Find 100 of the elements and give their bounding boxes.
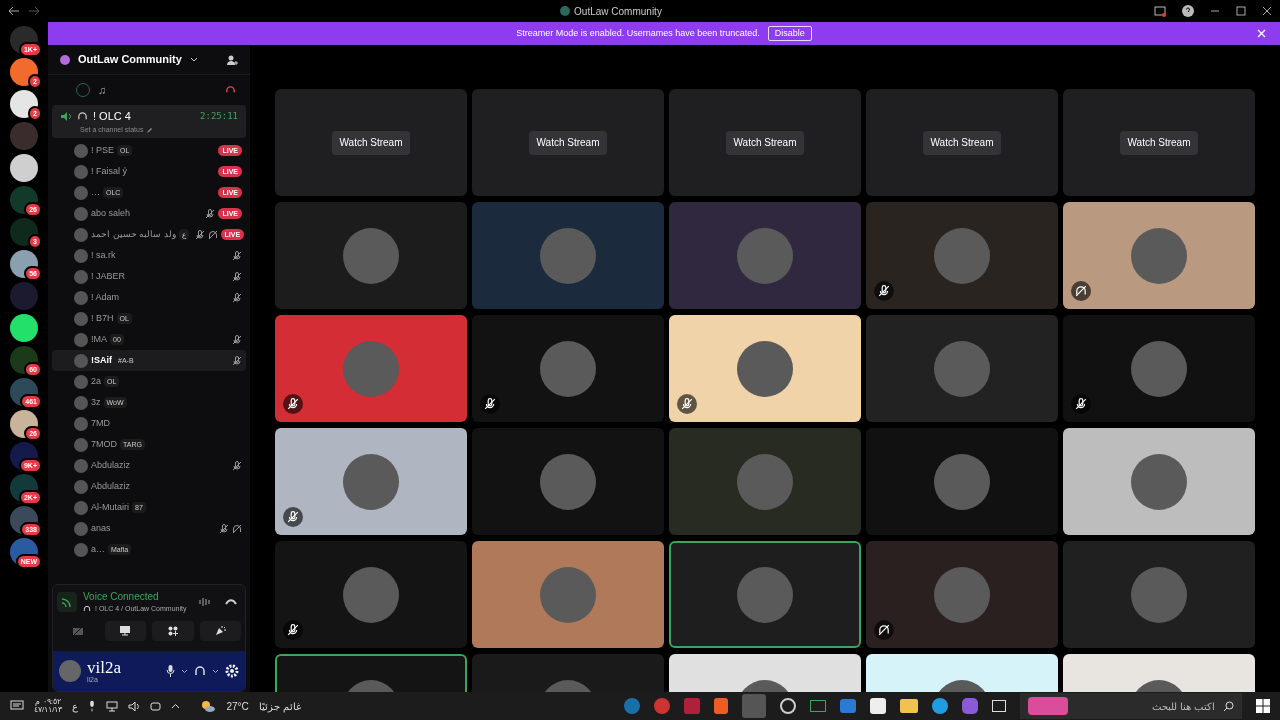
member-name: ! sa.rk (91, 248, 116, 262)
member-name: … (91, 185, 100, 199)
screen-share-button[interactable] (104, 620, 146, 641)
inbox-icon[interactable] (1154, 5, 1166, 17)
watch-stream-button[interactable]: Watch Stream (528, 130, 608, 155)
weather-icon[interactable] (200, 699, 217, 713)
close-icon[interactable] (1262, 6, 1272, 16)
camera-icon[interactable] (150, 700, 162, 712)
server-name[interactable]: OutLaw Community (78, 51, 182, 68)
signal-bars-icon (61, 595, 73, 608)
username[interactable]: vil2a (87, 659, 121, 676)
settings-icon[interactable] (225, 664, 239, 678)
forward-arrow-icon[interactable] (28, 6, 40, 16)
watch-stream-button[interactable]: Watch Stream (331, 130, 411, 155)
notification-icon[interactable] (10, 699, 24, 713)
clock-date[interactable]: ٤٧/١١/١٣ (34, 706, 63, 714)
avatar (74, 206, 88, 221)
signal-icon[interactable] (57, 591, 77, 612)
chevron-down-icon[interactable] (212, 668, 219, 674)
member-row[interactable]: ! Adam (52, 287, 246, 308)
app-icon[interactable] (962, 698, 978, 714)
member-name: a… (91, 542, 105, 556)
avatar (74, 437, 88, 452)
server-icon[interactable] (10, 218, 38, 246)
avatar (74, 248, 88, 263)
member-row[interactable]: 7MD (52, 413, 246, 434)
server-icon[interactable] (10, 154, 38, 182)
watch-stream-button[interactable]: Watch Stream (725, 130, 805, 155)
speaker-icon (60, 110, 72, 122)
chevron-down-icon[interactable] (189, 56, 198, 63)
temperature[interactable]: 27°C (226, 698, 249, 714)
member-row[interactable]: Abdulaziz (52, 476, 246, 497)
maximize-icon[interactable] (1236, 6, 1246, 16)
stream-tile[interactable]: Watch Stream (866, 89, 1058, 196)
watch-stream-button[interactable]: Watch Stream (922, 130, 1002, 155)
back-arrow-icon[interactable] (8, 6, 20, 16)
avatar (74, 311, 88, 326)
help-icon[interactable] (1182, 5, 1194, 17)
app-icon[interactable] (810, 700, 826, 712)
task-view-icon[interactable] (992, 700, 1006, 712)
server-icon[interactable] (10, 250, 38, 278)
watch-stream-button[interactable]: Watch Stream (1119, 130, 1199, 155)
member-row[interactable]: ! sa.rk (52, 245, 246, 266)
server-icon[interactable] (10, 314, 38, 342)
member-name: Al-Mutairi (91, 500, 129, 514)
clock-time[interactable]: ٠٩:٥٢ م (35, 698, 61, 706)
disconnect-icon[interactable] (225, 597, 237, 606)
member-row[interactable]: Abdulaziz (52, 455, 246, 476)
stream-tile[interactable]: Watch Stream (275, 89, 467, 196)
speedometer-icon[interactable] (780, 698, 796, 714)
activities-icon (167, 625, 178, 636)
network-icon[interactable] (106, 700, 119, 712)
member-name: 2a (91, 374, 101, 388)
server-icon[interactable] (10, 410, 38, 438)
disable-button[interactable]: Disable (767, 26, 812, 41)
microphone-icon[interactable] (88, 700, 97, 712)
stream-tile[interactable]: Watch Stream (669, 89, 861, 196)
search-icon (1223, 700, 1234, 712)
sound-wave-icon[interactable] (199, 596, 211, 607)
microphone-icon[interactable] (166, 665, 175, 677)
chevron-up-icon[interactable] (171, 703, 181, 709)
server-icon[interactable] (10, 90, 38, 118)
browser-icon[interactable] (932, 698, 948, 714)
voice-connected-status[interactable]: Voice Connected (83, 589, 187, 604)
member-name: ! B7H (91, 311, 114, 325)
server-icon[interactable] (10, 186, 38, 214)
server-icon[interactable] (10, 346, 38, 374)
member-name: anas (91, 521, 111, 535)
stream-tile[interactable]: Watch Stream (1063, 89, 1255, 196)
activities-button[interactable] (152, 620, 194, 641)
avatar (74, 353, 88, 368)
avatar (74, 290, 88, 305)
avatar (74, 500, 88, 515)
volume-icon[interactable] (128, 700, 141, 712)
avatar (74, 332, 88, 347)
search-field[interactable]: اكتب هنا للبحث (1020, 693, 1242, 719)
windows-logo-icon[interactable] (1256, 699, 1270, 713)
member-name: !SAif (91, 353, 112, 367)
pencil-icon[interactable] (147, 126, 154, 133)
avatar (74, 143, 88, 158)
member-name: abo saleh (91, 206, 131, 220)
member-name: Abdulaziz (91, 479, 131, 493)
avatar (74, 542, 88, 557)
member-row[interactable]: ! JABER (52, 266, 246, 287)
chevron-down-icon[interactable] (181, 668, 188, 674)
member-row[interactable]: anas (52, 518, 246, 539)
flowers-icon (1028, 697, 1068, 715)
user-avatar[interactable] (59, 660, 81, 682)
app-icon[interactable] (654, 698, 670, 714)
add-member-icon[interactable] (226, 53, 238, 66)
app-icon[interactable] (624, 698, 640, 714)
avatar (74, 458, 88, 473)
channel-name[interactable]: ♫ (98, 81, 107, 99)
soundboard-button[interactable] (199, 620, 241, 641)
weather-text[interactable]: غائم جزئيًا (258, 698, 301, 714)
headphones-icon[interactable] (194, 665, 206, 677)
server-icon[interactable] (10, 58, 38, 86)
language-indicator[interactable]: ع (72, 698, 79, 714)
call-timer: 2:25:11 (200, 109, 238, 123)
stream-tile[interactable]: Watch Stream (472, 89, 664, 196)
